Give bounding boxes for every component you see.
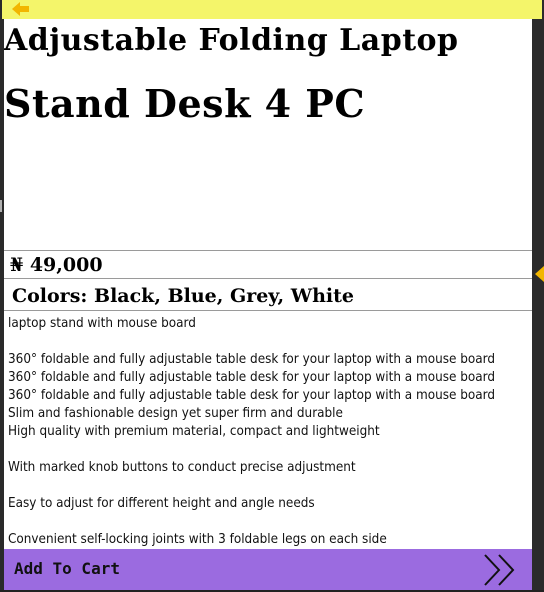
triangle-right-icon[interactable] [535, 266, 544, 282]
description-line [8, 513, 532, 531]
product-title-line-1: Adjustable Folding Laptop [4, 23, 459, 58]
add-to-cart-label: Add To Cart [14, 559, 120, 578]
description-line: Easy to adjust for different height and … [8, 496, 315, 511]
description-line: Convenient self-locking joints with 3 fo… [8, 532, 387, 547]
top-bar [2, 0, 542, 19]
description-line [8, 441, 532, 459]
double-chevron-right-icon [484, 554, 515, 586]
side-mark [0, 200, 2, 212]
description-line: 360° foldable and fully adjustable table… [8, 388, 496, 403]
product-description: laptop stand with mouse board 360° folda… [8, 315, 532, 549]
description-line: laptop stand with mouse board [8, 316, 196, 331]
description-line [8, 333, 532, 351]
add-to-cart-button[interactable]: Add To Cart [4, 549, 532, 590]
description-line: 360° foldable and fully adjustable table… [8, 370, 496, 385]
description-line: With marked knob buttons to conduct prec… [8, 460, 356, 475]
product-price: ₦ 49,000 [4, 250, 532, 279]
product-panel: Adjustable Folding Laptop Stand Desk 4 P… [4, 19, 532, 549]
description-line: Slim and fashionable design yet super fi… [8, 406, 343, 421]
back-arrow-icon[interactable] [12, 1, 30, 17]
description-line: High quality with premium material, comp… [8, 424, 380, 439]
description-line: 360° foldable and fully adjustable table… [8, 352, 496, 367]
product-title-line-2: Stand Desk 4 PC [4, 81, 366, 126]
description-line [8, 477, 532, 495]
product-colors: Colors: Black, Blue, Grey, White [4, 281, 532, 311]
